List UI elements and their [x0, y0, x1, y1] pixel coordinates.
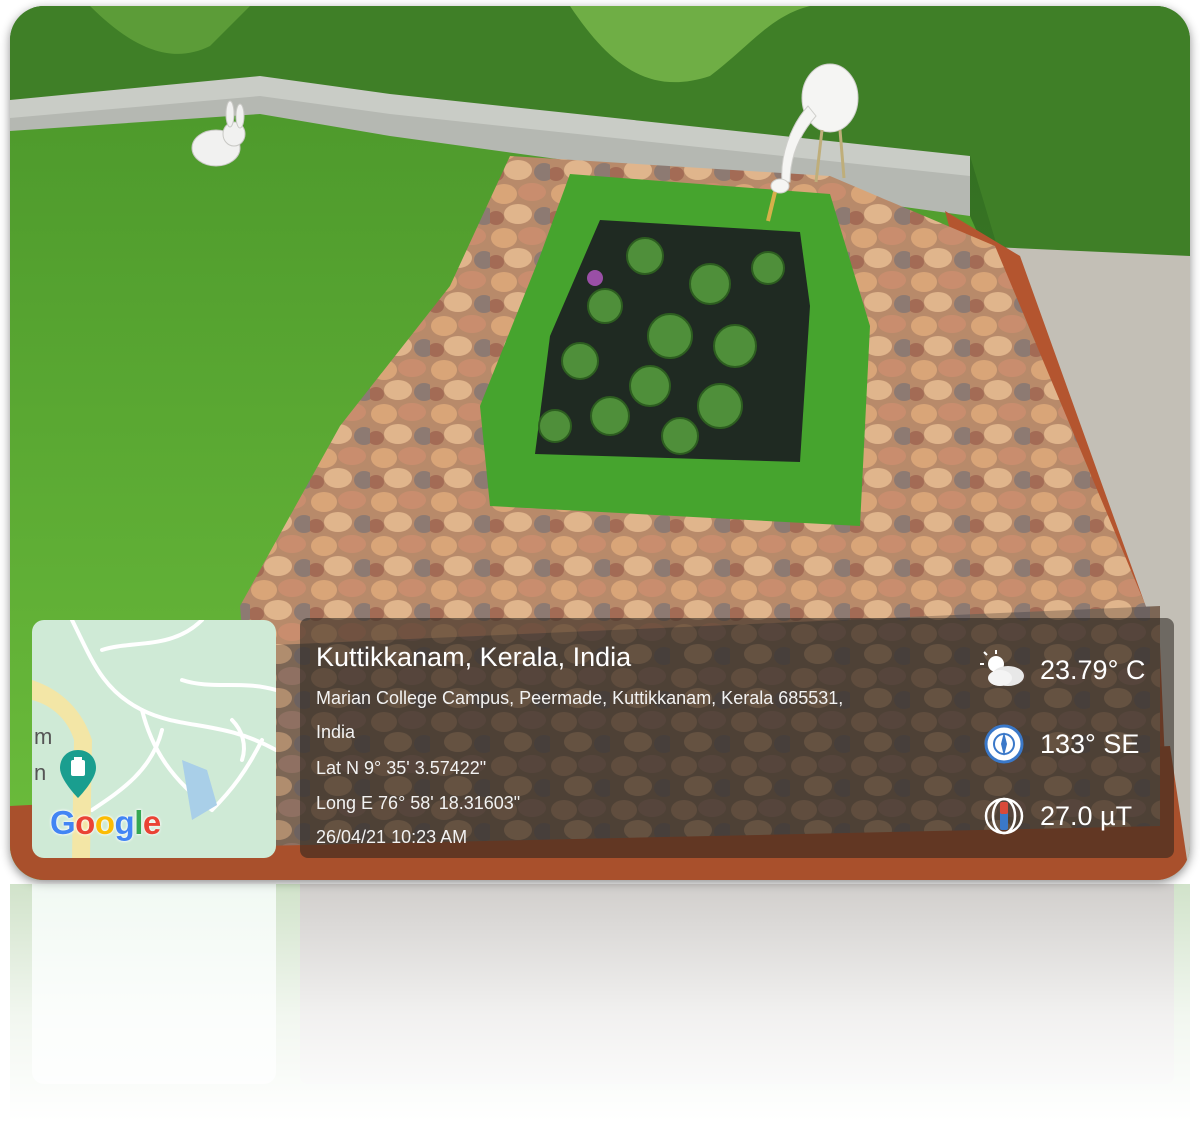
- temperature-value: 23.79° C: [1040, 654, 1146, 685]
- photo: m n Google Kuttikkanam, Kerala, India Ma…: [10, 6, 1190, 880]
- datetime-text: 26/04/21 10:23 AM: [316, 827, 468, 847]
- map-label-top: m: [34, 724, 53, 749]
- location-info-panel: Kuttikkanam, Kerala, India Marian Colleg…: [300, 618, 1174, 858]
- magnetic-value: 27.0 µT: [1040, 800, 1133, 831]
- temperature-row: 23.79° C: [980, 650, 1145, 690]
- longitude-text: Long E 76° 58' 18.31603": [316, 793, 521, 813]
- compass-icon: [980, 724, 1028, 764]
- reflection-fade: [10, 884, 1190, 1121]
- partly-cloudy-icon: [980, 650, 1028, 690]
- map-thumbnail[interactable]: m n Google: [32, 620, 276, 858]
- address-line-2: India: [316, 722, 356, 742]
- card-reflection: [10, 884, 1190, 1121]
- map-pin-icon: [60, 750, 96, 798]
- address-line-1: Marian College Campus, Peermade, Kuttikk…: [316, 688, 844, 708]
- place-title: Kuttikkanam, Kerala, India: [316, 642, 632, 672]
- compass-value: 133° SE: [1040, 728, 1140, 759]
- google-logo: Google: [50, 804, 161, 841]
- map-label-bottom: n: [34, 760, 47, 785]
- magnetic-field-icon: [980, 796, 1028, 836]
- magnetic-row: 27.0 µT: [980, 796, 1132, 836]
- compass-row: 133° SE: [980, 724, 1139, 764]
- latitude-text: Lat N 9° 35' 3.57422": [316, 758, 487, 778]
